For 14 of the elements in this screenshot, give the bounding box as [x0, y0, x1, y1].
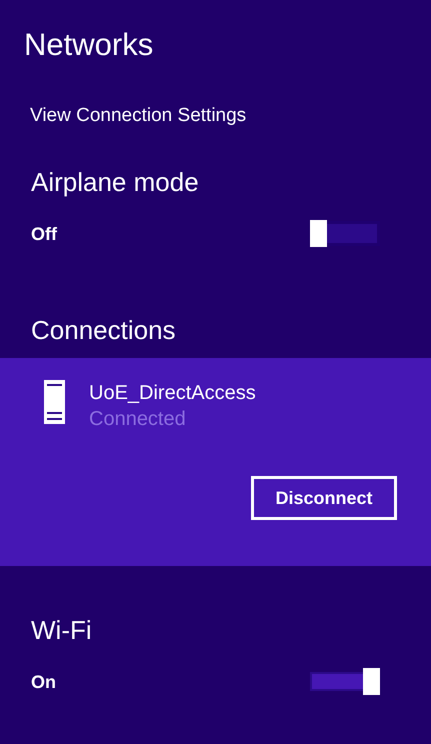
- section-heading: Wi-Fi: [31, 614, 93, 646]
- toggle-switch[interactable]: [310, 220, 380, 247]
- state-label: On: [31, 670, 56, 692]
- toggle-switch[interactable]: [310, 668, 380, 695]
- settings-link[interactable]: View Connection Settings: [30, 104, 246, 128]
- disconnect-button[interactable]: Disconnect: [251, 476, 397, 520]
- section-heading: Airplane mode: [31, 166, 200, 198]
- connection-item[interactable]: UoE_DirectAccess Connected Disconnect: [0, 358, 431, 566]
- phone-icon: [44, 380, 65, 424]
- pane-title: Networks: [24, 26, 154, 64]
- section-heading: Connections: [31, 314, 177, 346]
- state-label: Off: [31, 222, 57, 244]
- connection-status: Connected: [89, 407, 187, 432]
- network-name: UoE_DirectAccess: [89, 381, 256, 406]
